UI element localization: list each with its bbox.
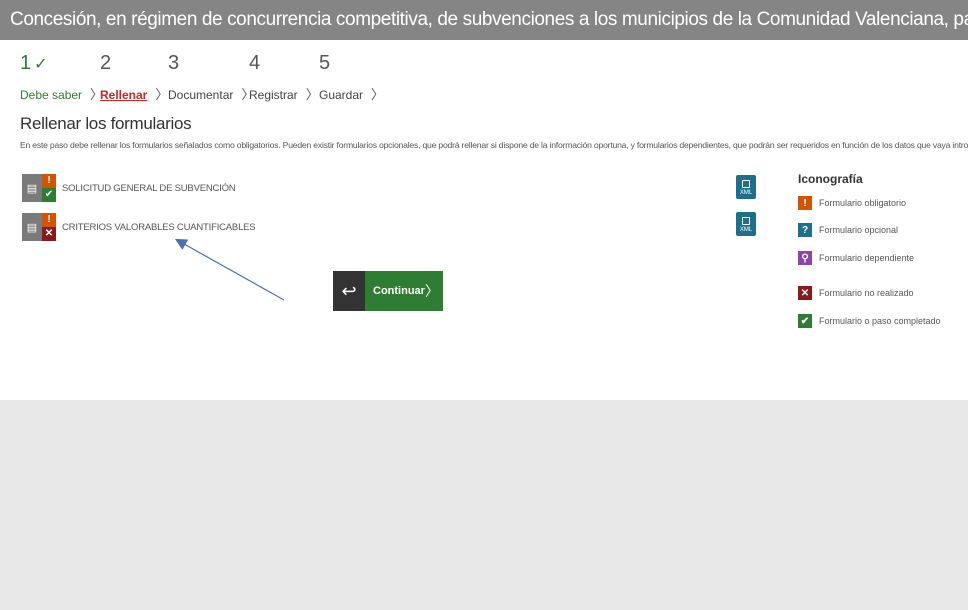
check-icon: ✓ — [34, 56, 48, 73]
chevron-right-icon: 〉 — [155, 87, 169, 102]
step-label: Debe saber — [20, 88, 83, 102]
xml-download-button[interactable]: XML — [736, 175, 756, 199]
legend-panel: Iconografía ! Formulario obligatorio ? F… — [798, 172, 941, 328]
document-icon: ▤ — [22, 213, 42, 241]
page-title: Concesión, en régimen de concurrencia co… — [10, 9, 968, 30]
step-label: Guardar — [319, 88, 364, 102]
section-heading: Rellenar los formularios — [20, 114, 192, 133]
return-arrow-icon: ↩ — [341, 280, 357, 301]
chevron-right-icon: 〉 — [371, 87, 385, 102]
legend-title: Iconografía — [798, 172, 863, 186]
continue-label: Continuar — [373, 285, 425, 297]
check-icon: ✔ — [42, 188, 56, 202]
chevron-right-icon: 〉 — [305, 87, 319, 102]
page-title-bar: Concesión, en régimen de concurrencia co… — [0, 0, 968, 40]
legend-item: ✔ Formulario o paso completado — [798, 314, 941, 328]
step-3[interactable]: 3 Documentar 〉 — [168, 52, 254, 102]
step-5[interactable]: 5 Guardar 〉 — [319, 52, 384, 102]
step-number: 3 — [168, 52, 180, 74]
back-button[interactable]: ↩ — [333, 271, 365, 311]
step-number: 2 — [100, 52, 112, 74]
form-name[interactable]: CRITERIOS VALORABLES CUANTIFICABLES — [62, 222, 256, 233]
step-2[interactable]: 2 Rellenar 〉 — [100, 52, 168, 102]
question-icon: ? — [798, 223, 812, 237]
step-label: Rellenar — [100, 88, 148, 102]
legend-item: ⚲ Formulario dependiente — [798, 251, 914, 265]
exclamation-icon: ! — [42, 174, 56, 188]
x-icon: ✕ — [798, 286, 812, 300]
step-number: 4 — [249, 52, 261, 74]
step-1[interactable]: 1 ✓ Debe saber 〉 — [20, 52, 103, 102]
link-icon: ⚲ — [798, 251, 812, 265]
exclamation-icon: ! — [42, 213, 56, 227]
document-icon: ▤ — [22, 174, 42, 202]
form-name[interactable]: SOLICITUD GENERAL DE SUBVENCIÓN — [62, 183, 236, 194]
empty-gray-area — [0, 400, 968, 610]
form-row-solicitud[interactable]: ▤ ! ✔ SOLICITUD GENERAL DE SUBVENCIÓN — [22, 174, 236, 202]
section-description: En este paso debe rellenar los formulari… — [20, 140, 968, 150]
exclamation-icon: ! — [798, 196, 812, 210]
xml-download-button[interactable]: XML — [736, 212, 756, 236]
form-row-criterios[interactable]: ▤ ! ✕ CRITERIOS VALORABLES CUANTIFICABLE… — [22, 213, 256, 241]
step-label: Documentar — [168, 88, 234, 102]
continue-button[interactable]: Continuar 〉 — [365, 271, 443, 311]
legend-item: ! Formulario obligatorio — [798, 196, 906, 210]
step-number: 1 — [20, 52, 32, 74]
check-icon: ✔ — [798, 314, 812, 328]
navigation-buttons: ↩ Continuar 〉 — [333, 271, 443, 311]
legend-item: ✕ Formulario no realizado — [798, 286, 914, 300]
x-icon: ✕ — [42, 227, 56, 241]
legend-item: ? Formulario opcional — [798, 223, 898, 237]
chevron-right-icon: 〉 — [424, 283, 439, 299]
step-number: 5 — [319, 52, 331, 74]
step-4[interactable]: 4 Registrar 〉 — [249, 52, 319, 102]
step-label: Registrar — [249, 88, 298, 102]
